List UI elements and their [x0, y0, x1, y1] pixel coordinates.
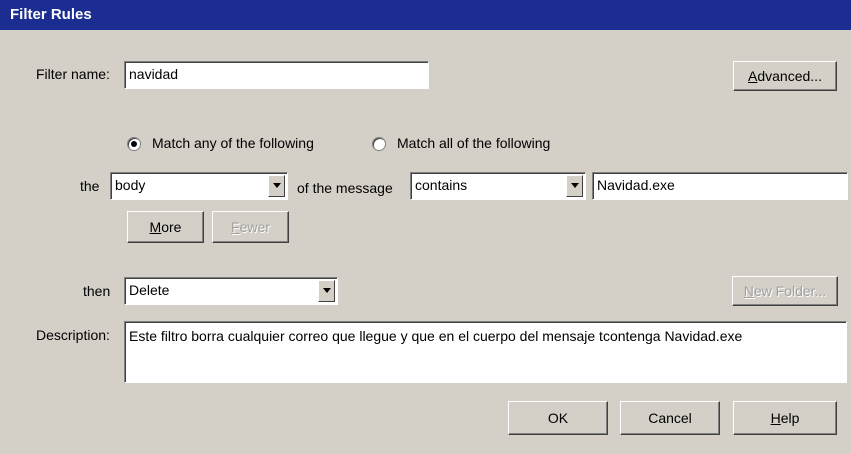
fewer-button-label: ewer: [239, 219, 270, 235]
ok-button[interactable]: OK: [508, 401, 608, 435]
help-button-label: elp: [780, 410, 800, 426]
action-select[interactable]: Delete: [124, 277, 338, 305]
then-label: then: [83, 283, 111, 299]
more-button-label: ore: [161, 219, 182, 235]
rule-field-select[interactable]: body: [110, 172, 288, 200]
cancel-button[interactable]: Cancel: [620, 401, 720, 435]
more-button-mnemonic: M: [149, 219, 162, 235]
advanced-button-label: dvanced...: [757, 68, 822, 84]
fewer-button-mnemonic: F: [231, 219, 240, 235]
new-folder-button-mnemonic: N: [743, 283, 754, 299]
more-button[interactable]: More: [127, 211, 204, 243]
of-the-message-label: of the message: [297, 180, 393, 196]
new-folder-button[interactable]: New Folder...: [732, 276, 838, 306]
chevron-down-icon[interactable]: [318, 280, 335, 302]
fewer-button[interactable]: Fewer: [212, 211, 289, 243]
chevron-down-icon[interactable]: [566, 175, 583, 197]
new-folder-button-label: ew Folder...: [753, 283, 827, 299]
match-all-label[interactable]: Match all of the following: [397, 135, 550, 151]
rule-field-value: body: [115, 177, 146, 193]
rule-operator-select[interactable]: contains: [410, 172, 586, 200]
help-button-mnemonic: H: [770, 410, 781, 426]
the-label: the: [80, 178, 100, 194]
rule-operator-value: contains: [415, 177, 468, 193]
window-title-bar: Filter Rules: [0, 0, 851, 30]
advanced-button-mnemonic: A: [748, 68, 758, 84]
rule-text-input[interactable]: Navidad.exe: [592, 172, 848, 200]
match-any-label[interactable]: Match any of the following: [152, 135, 314, 151]
match-all-radio[interactable]: [372, 137, 386, 151]
action-value: Delete: [129, 282, 170, 298]
description-label: Description:: [36, 327, 110, 343]
filter-name-input[interactable]: navidad: [124, 61, 429, 89]
help-button[interactable]: Help: [733, 401, 837, 435]
description-textarea[interactable]: Este filtro borra cualquier correo que l…: [124, 321, 847, 383]
filter-name-label: Filter name:: [36, 66, 110, 82]
match-any-radio[interactable]: [127, 137, 141, 151]
advanced-button[interactable]: Advanced...: [733, 61, 837, 91]
window-title: Filter Rules: [10, 6, 92, 23]
chevron-down-icon[interactable]: [268, 175, 285, 197]
